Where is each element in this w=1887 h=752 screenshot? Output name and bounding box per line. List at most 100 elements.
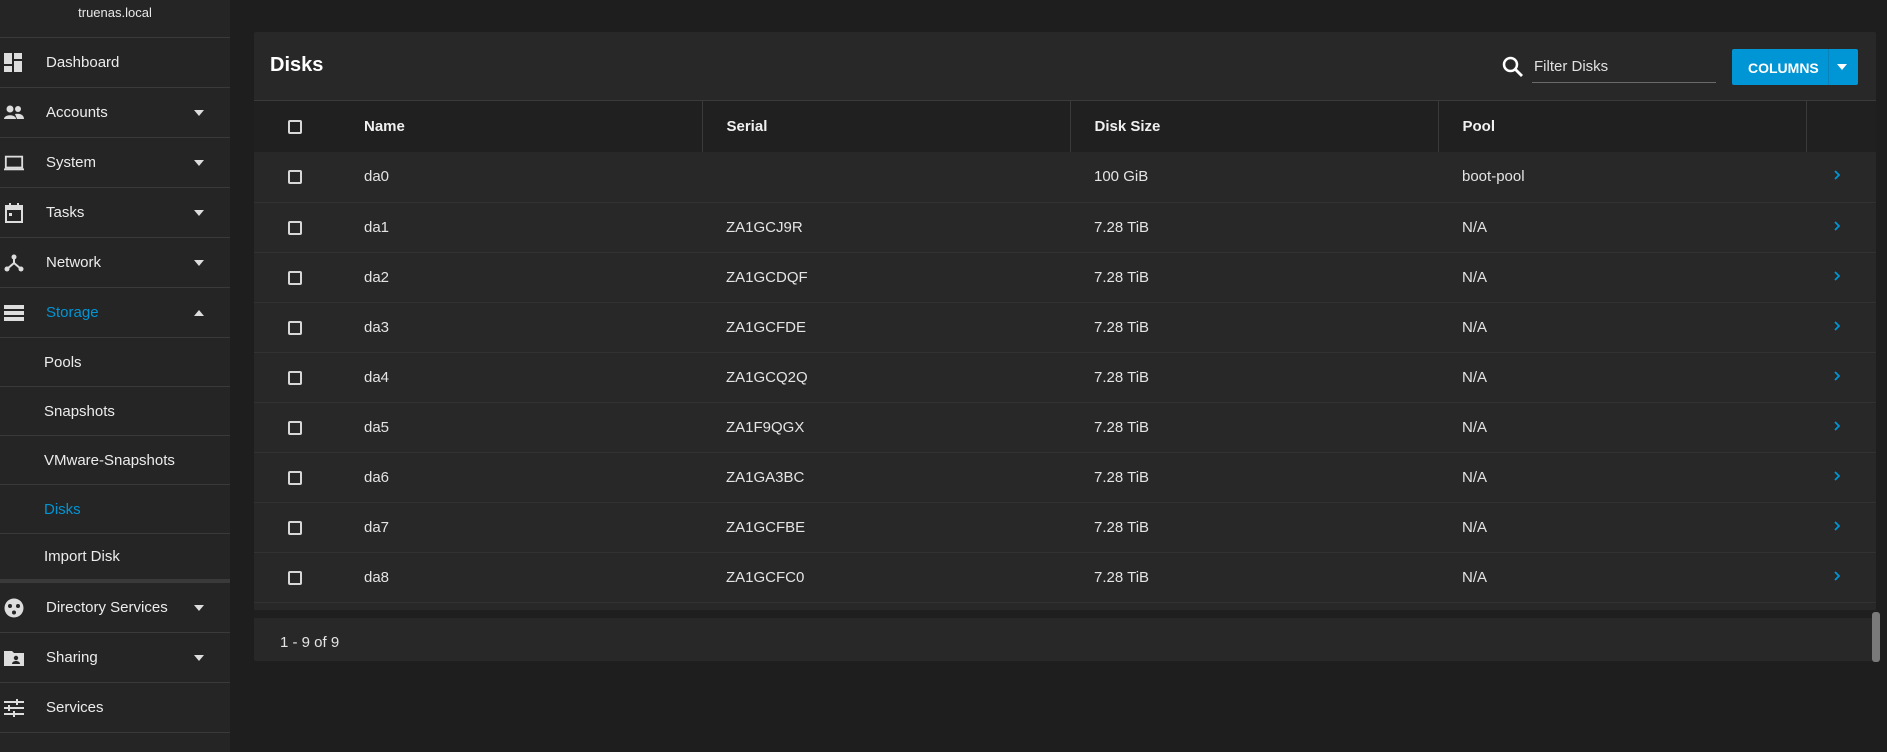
table-row[interactable]: da6 ZA1GA3BC 7.28 TiB N/A — [254, 452, 1876, 502]
sidebar-item-system[interactable]: System — [0, 138, 230, 188]
sidebar-item-label: Dashboard — [46, 54, 120, 71]
table-row[interactable]: da1 ZA1GCJ9R 7.28 TiB N/A — [254, 202, 1876, 252]
chevron-right-icon[interactable] — [1832, 320, 1842, 332]
chevron-right-icon[interactable] — [1832, 220, 1842, 232]
disk-size: 7.28 TiB — [1094, 268, 1150, 286]
search-icon — [1502, 56, 1523, 77]
sidebar-subitem-pools[interactable]: Pools — [0, 338, 230, 387]
table-row[interactable]: da4 ZA1GCQ2Q 7.28 TiB N/A — [254, 352, 1876, 402]
sidebar-item-dashboard[interactable]: Dashboard — [0, 38, 230, 88]
disk-serial: ZA1GCQ2Q — [726, 368, 808, 386]
row-checkbox[interactable] — [288, 470, 302, 485]
disk-serial: ZA1GCFC0 — [726, 568, 805, 586]
caret-down-icon[interactable] — [1836, 63, 1848, 71]
row-checkbox[interactable] — [288, 570, 302, 585]
sidebar-item-label: Directory Services — [46, 599, 168, 616]
disk-pool: N/A — [1462, 568, 1488, 586]
table-footer: 1 - 9 of 9 — [254, 610, 1876, 661]
button-divider — [1828, 49, 1829, 85]
sidebar-item-label: Storage — [46, 304, 99, 321]
scrollbar[interactable] — [1872, 612, 1880, 662]
chevron-down-icon — [194, 655, 204, 661]
row-checkbox[interactable] — [288, 170, 302, 185]
columns-button[interactable]: COLUMNS — [1732, 49, 1858, 85]
disk-size: 7.28 TiB — [1094, 468, 1150, 486]
disk-pool: N/A — [1462, 318, 1488, 336]
disk-serial: ZA1GCDQF — [726, 268, 808, 286]
sidebar-item-label: Sharing — [46, 649, 98, 666]
chevron-down-icon — [194, 605, 204, 611]
disk-pool: N/A — [1462, 418, 1488, 436]
disks-card: Disks COLUMNS Name Serial Disk Size Pool — [254, 32, 1876, 661]
disk-serial: ZA1F9QGX — [726, 418, 805, 436]
table-row[interactable]: da0 100 GiB boot-pool — [254, 152, 1876, 202]
disk-serial: ZA1GA3BC — [726, 468, 805, 486]
disk-name: da5 — [364, 418, 390, 436]
table-row[interactable]: da7 ZA1GCFBE 7.28 TiB N/A — [254, 502, 1876, 552]
row-checkbox[interactable] — [288, 370, 302, 385]
row-checkbox[interactable] — [288, 320, 302, 335]
card-header: Disks COLUMNS — [254, 32, 1876, 101]
filter-disks-input[interactable] — [1532, 50, 1716, 83]
chevron-right-icon[interactable] — [1832, 570, 1842, 582]
disk-name: da3 — [364, 318, 390, 336]
disk-pool: N/A — [1462, 368, 1488, 386]
disk-pool: N/A — [1462, 468, 1488, 486]
row-checkbox[interactable] — [288, 270, 302, 285]
disk-size: 7.28 TiB — [1094, 368, 1150, 386]
disk-size: 7.28 TiB — [1094, 568, 1150, 586]
directory-icon — [4, 598, 24, 618]
table-row[interactable]: da5 ZA1F9QGX 7.28 TiB N/A — [254, 402, 1876, 452]
table-row[interactable]: da8 ZA1GCFC0 7.28 TiB N/A — [254, 552, 1876, 602]
row-checkbox[interactable] — [288, 220, 302, 235]
sidebar-item-tasks[interactable]: Tasks — [0, 188, 230, 238]
sidebar-item-label: Accounts — [46, 104, 108, 121]
sidebar-item-label: Services — [46, 699, 104, 716]
sidebar-item-sharing[interactable]: Sharing — [0, 633, 230, 683]
table-header-row: Name Serial Disk Size Pool — [254, 101, 1876, 152]
chevron-right-icon[interactable] — [1832, 420, 1842, 432]
table-row[interactable]: da3 ZA1GCFDE 7.28 TiB N/A — [254, 302, 1876, 352]
chevron-up-icon — [194, 310, 204, 316]
column-header-serial[interactable]: Serial — [702, 101, 1071, 152]
sidebar-item-accounts[interactable]: Accounts — [0, 88, 230, 138]
table-row[interactable]: da2 ZA1GCDQF 7.28 TiB N/A — [254, 252, 1876, 302]
pagination-text: 1 - 9 of 9 — [280, 634, 340, 651]
hostname: truenas.local — [0, 0, 230, 38]
chevron-down-icon — [194, 210, 204, 216]
page-title: Disks — [270, 54, 324, 76]
chevron-down-icon — [194, 110, 204, 116]
sidebar: truenas.local Dashboard Accounts System … — [0, 0, 230, 752]
sidebar-subitem-snapshots[interactable]: Snapshots — [0, 387, 230, 436]
disk-serial: ZA1GCJ9R — [726, 218, 803, 236]
services-icon — [4, 699, 24, 717]
calendar-icon — [5, 203, 23, 223]
sidebar-item-network[interactable]: Network — [0, 238, 230, 288]
chevron-right-icon[interactable] — [1832, 169, 1842, 181]
disk-size: 7.28 TiB — [1094, 318, 1150, 336]
chevron-right-icon[interactable] — [1832, 270, 1842, 282]
chevron-right-icon[interactable] — [1832, 370, 1842, 382]
disk-pool: N/A — [1462, 218, 1488, 236]
disk-pool: boot-pool — [1462, 168, 1525, 186]
disk-pool: N/A — [1462, 268, 1488, 286]
sidebar-subitem-vmware-snapshots[interactable]: VMware-Snapshots — [0, 436, 230, 485]
column-header-disk-size[interactable]: Disk Size — [1070, 101, 1439, 152]
row-checkbox[interactable] — [288, 420, 302, 435]
column-header-actions — [1806, 101, 1876, 152]
sidebar-item-directory-services[interactable]: Directory Services — [0, 583, 230, 633]
chevron-right-icon[interactable] — [1832, 470, 1842, 482]
column-header-pool[interactable]: Pool — [1438, 101, 1807, 152]
storage-icon — [4, 305, 24, 321]
select-all-checkbox[interactable] — [288, 120, 302, 135]
row-checkbox[interactable] — [288, 520, 302, 535]
sidebar-subitem-disks[interactable]: Disks — [0, 485, 230, 534]
chevron-right-icon[interactable] — [1832, 520, 1842, 532]
disk-serial: ZA1GCFDE — [726, 318, 807, 336]
sidebar-item-services[interactable]: Services — [0, 683, 230, 733]
network-icon — [4, 254, 24, 272]
sidebar-subitem-import-disk[interactable]: Import Disk — [0, 534, 230, 583]
disk-pool: N/A — [1462, 518, 1488, 536]
column-header-name[interactable]: Name — [334, 101, 703, 152]
sidebar-item-storage[interactable]: Storage — [0, 288, 230, 338]
